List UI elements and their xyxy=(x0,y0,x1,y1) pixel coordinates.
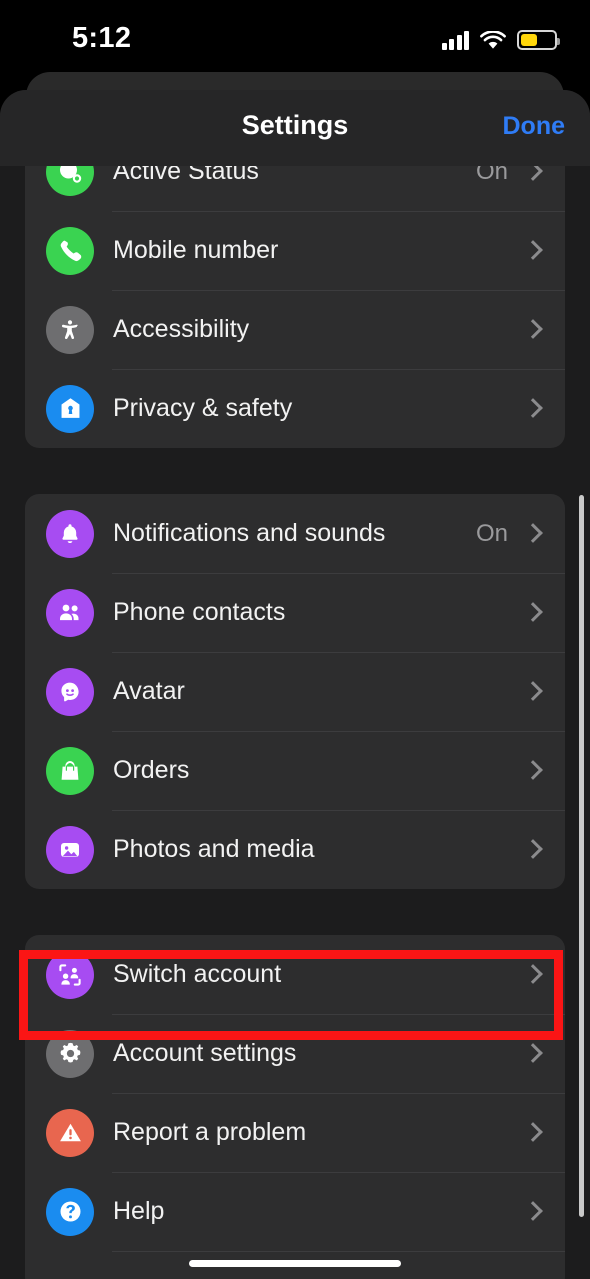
status-time: 5:12 xyxy=(72,22,132,54)
settings-row-value: On xyxy=(475,519,508,547)
settings-row-active-status[interactable]: Active Status On xyxy=(25,166,565,211)
phone-screen: 5:12 Settings Done Active Status On Mobi… xyxy=(0,0,590,1279)
avatar-icon xyxy=(46,667,94,716)
settings-row-account-settings[interactable]: Account settings xyxy=(25,1014,565,1093)
settings-row-orders[interactable]: Orders xyxy=(25,731,565,810)
done-button[interactable]: Done xyxy=(503,112,566,141)
accessibility-icon xyxy=(46,305,94,354)
settings-row-label: Mobile number xyxy=(113,236,279,264)
home-indicator xyxy=(189,1260,401,1267)
settings-row-photos-and-media[interactable]: Photos and media xyxy=(25,810,565,889)
battery-icon xyxy=(517,30,560,50)
settings-row-accessibility[interactable]: Accessibility xyxy=(25,290,565,369)
status-indicators xyxy=(441,26,560,50)
settings-row-label: Notifications and sounds xyxy=(113,519,386,547)
chevron-right-icon xyxy=(526,602,538,624)
settings-row-label: Help xyxy=(113,1197,165,1225)
settings-row-label: Switch account xyxy=(113,960,282,988)
settings-row-value: On xyxy=(475,166,508,185)
settings-list: Active Status On Mobile number Accessibi… xyxy=(0,166,590,1279)
chevron-right-icon xyxy=(526,1122,538,1144)
settings-scroll-area[interactable]: Active Status On Mobile number Accessibi… xyxy=(0,166,590,1279)
chevron-right-icon xyxy=(526,839,538,861)
switch-account-icon xyxy=(46,950,94,999)
cellular-signal-icon xyxy=(441,30,469,50)
sheet-header: Settings Done xyxy=(0,90,590,166)
settings-section-1: Active Status On Mobile number Accessibi… xyxy=(25,166,565,448)
phone-icon xyxy=(46,226,94,275)
help-icon xyxy=(46,1187,94,1236)
bell-icon xyxy=(46,509,94,558)
settings-row-mobile-number[interactable]: Mobile number xyxy=(25,211,565,290)
settings-row-label: Orders xyxy=(113,756,190,784)
settings-row-avatar[interactable]: Avatar xyxy=(25,652,565,731)
chevron-right-icon xyxy=(526,760,538,782)
chevron-right-icon xyxy=(526,523,538,545)
vertical-scrollbar[interactable] xyxy=(579,495,584,1217)
chevron-right-icon xyxy=(526,1201,538,1223)
settings-row-label: Photos and media xyxy=(113,835,315,863)
chevron-right-icon xyxy=(526,964,538,986)
settings-row-label: Account settings xyxy=(113,1039,297,1067)
settings-row-notifications-and-sounds[interactable]: Notifications and sounds On xyxy=(25,494,565,573)
page-title: Settings xyxy=(241,110,349,140)
settings-row-report-a-problem[interactable]: Report a problem xyxy=(25,1093,565,1172)
chevron-right-icon xyxy=(526,1043,538,1065)
status-bar: 5:12 xyxy=(0,0,590,72)
settings-row-switch-account[interactable]: Switch account xyxy=(25,935,565,1014)
wifi-icon xyxy=(480,30,506,50)
settings-row-label: Privacy & safety xyxy=(113,394,293,422)
photo-icon xyxy=(46,825,94,874)
privacy-lock-icon xyxy=(46,384,94,433)
settings-section-2: Notifications and sounds On Phone contac… xyxy=(25,494,565,889)
chevron-right-icon xyxy=(526,398,538,420)
settings-row-help[interactable]: Help xyxy=(25,1172,565,1251)
chevron-right-icon xyxy=(526,166,538,183)
settings-row-label: Avatar xyxy=(113,677,185,705)
settings-row-label: Report a problem xyxy=(113,1118,307,1146)
contacts-icon xyxy=(46,588,94,637)
settings-sheet: Settings Done Active Status On Mobile nu… xyxy=(0,90,590,1279)
warning-icon xyxy=(46,1108,94,1157)
settings-row-phone-contacts[interactable]: Phone contacts xyxy=(25,573,565,652)
settings-row-privacy-safety[interactable]: Privacy & safety xyxy=(25,369,565,448)
active-status-icon xyxy=(46,166,94,196)
chevron-right-icon xyxy=(526,681,538,703)
settings-row-label: Accessibility xyxy=(113,315,250,343)
settings-section-3: Switch account Account settings Report a… xyxy=(25,935,565,1279)
settings-row-label: Active Status xyxy=(113,166,259,185)
settings-row-label: Phone contacts xyxy=(113,598,286,626)
chevron-right-icon xyxy=(526,240,538,262)
gear-icon xyxy=(46,1029,94,1078)
shopping-bag-icon xyxy=(46,746,94,795)
chevron-right-icon xyxy=(526,319,538,341)
